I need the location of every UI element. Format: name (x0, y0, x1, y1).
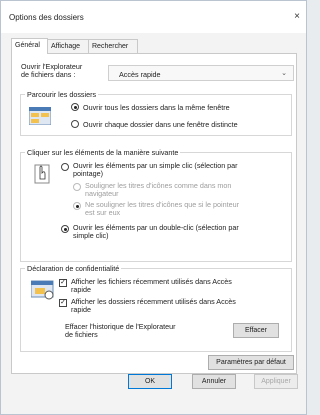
close-icon[interactable]: × (294, 11, 300, 22)
title-bar: Options des dossiers × (1, 1, 306, 33)
privacy-folder-icon (31, 280, 54, 300)
radio-single-click[interactable] (61, 163, 69, 171)
window-title: Options des dossiers (9, 13, 84, 22)
single-click-label-2: pointage) (73, 169, 103, 178)
recent-files-label-1: Afficher les fichiers récemment utilisés… (71, 277, 232, 286)
restore-defaults-button[interactable]: Paramètres par défaut (208, 355, 294, 370)
browse-folders-group: Parcourir les dossiers Ouvrir tous les d… (20, 90, 292, 136)
cancel-button[interactable]: Annuler (192, 374, 236, 389)
open-explorer-value: Accès rapide (119, 70, 161, 79)
radio-new-window[interactable] (71, 120, 79, 128)
folder-options-dialog: Options des dossiers × Général Affichage… (0, 0, 307, 415)
tab-general[interactable]: Général (11, 38, 48, 54)
radio-underline-always[interactable] (73, 183, 81, 191)
chevron-down-icon: ⌄ (281, 70, 287, 77)
underline-hover-label-2: est sur eux (85, 208, 121, 217)
browse-folders-title: Parcourir les dossiers (25, 90, 99, 99)
general-panel: Ouvrir l'Explorateur de fichiers dans : … (11, 53, 297, 374)
pointer-hand-icon (34, 164, 50, 184)
clear-history-button[interactable]: Effacer (233, 323, 279, 338)
double-click-label-2: simple clic) (73, 231, 109, 240)
open-explorer-select[interactable]: Accès rapide ⌄ (108, 65, 294, 81)
click-items-group: Cliquer sur les éléments de la manière s… (20, 148, 292, 262)
option-same-window-label: Ouvrir tous les dossiers dans la même fe… (83, 103, 230, 112)
apply-button[interactable]: Appliquer (254, 374, 298, 389)
recent-files-label-2: rapide (71, 285, 91, 294)
tab-search[interactable]: Rechercher (88, 39, 138, 53)
click-items-title: Cliquer sur les éléments de la manière s… (25, 148, 181, 157)
tab-view[interactable]: Affichage (47, 39, 89, 53)
underline-always-label-2: navigateur (85, 189, 119, 198)
radio-same-window[interactable] (71, 103, 79, 111)
recent-folders-label-2: rapide (71, 305, 91, 314)
privacy-title: Déclaration de confidentialité (25, 264, 122, 273)
option-new-window-label: Ouvrir chaque dossier dans une fenêtre d… (83, 120, 238, 129)
recent-folders-checkbox[interactable]: ✓ (59, 299, 67, 307)
radio-underline-hover[interactable] (73, 202, 81, 210)
radio-double-click[interactable] (61, 225, 69, 233)
clear-history-label-2: de fichiers (65, 330, 98, 339)
ok-button[interactable]: OK (128, 374, 172, 389)
open-explorer-label-2: de fichiers dans : (21, 70, 76, 79)
recent-folders-label-1: Afficher les dossiers récemment utilisés… (71, 297, 236, 306)
recent-files-checkbox[interactable]: ✓ (59, 279, 67, 287)
folder-windows-icon (29, 107, 51, 125)
privacy-group: Déclaration de confidentialité ✓ Affiche… (20, 264, 292, 352)
